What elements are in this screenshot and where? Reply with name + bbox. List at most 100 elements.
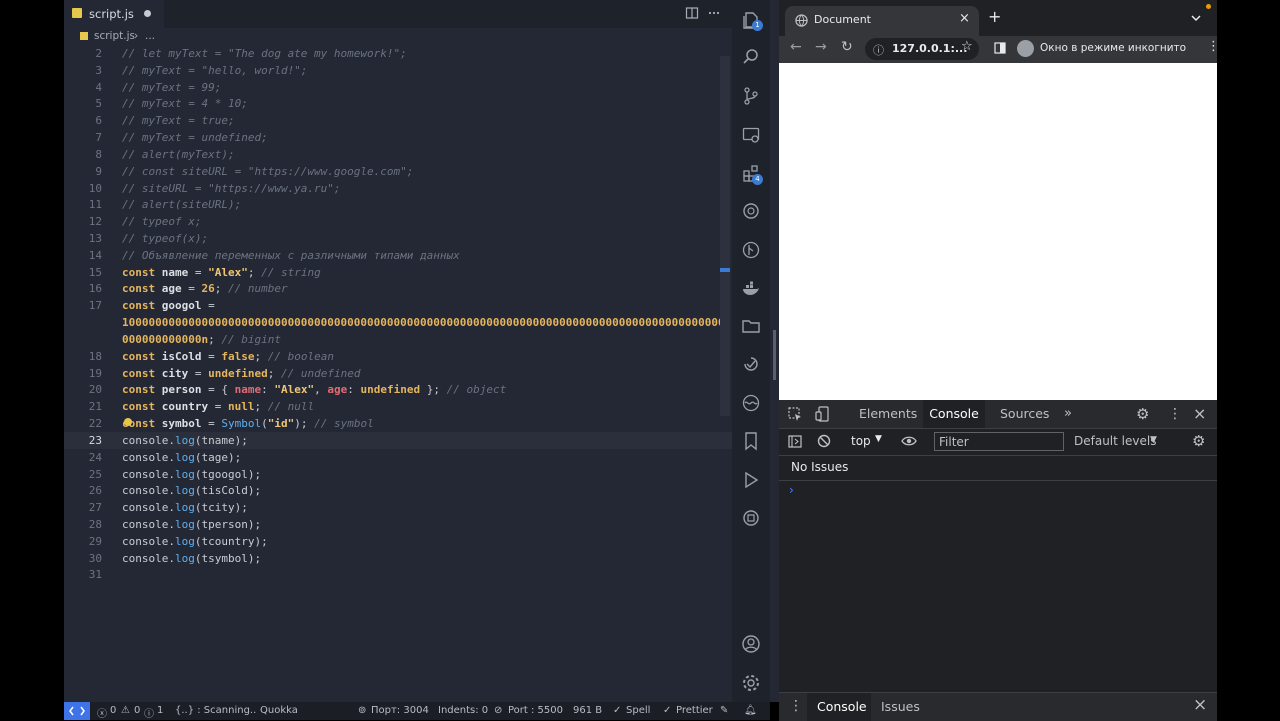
info-count[interactable]: 1 <box>157 705 163 716</box>
code-text[interactable]: 000000000000n; // bigint <box>122 331 281 348</box>
notifications-icon[interactable]: 🔔︎ <box>744 705 757 716</box>
code-line[interactable]: 22 const symbol = Symbol("id"); // symbol <box>64 415 732 432</box>
console-settings-icon[interactable]: ⚙ <box>1192 432 1205 450</box>
code-line[interactable]: 24 console.log(tage); <box>64 449 732 466</box>
editor-scrollbar[interactable] <box>720 56 730 416</box>
breadcrumb-symbol[interactable]: ... <box>145 30 155 42</box>
code-text[interactable]: console.log(tperson); <box>122 516 261 533</box>
console-filter-input[interactable]: Filter <box>934 432 1064 451</box>
code-text[interactable]: const name = "Alex"; // string <box>122 264 321 281</box>
code-line[interactable]: 000000000000n; // bigint <box>64 331 732 348</box>
code-line[interactable]: 17 const googol = <box>64 297 732 314</box>
code-line[interactable]: 19 const city = undefined; // undefined <box>64 365 732 382</box>
spell-status[interactable]: Spell <box>626 705 650 716</box>
new-tab-icon[interactable]: + <box>988 9 1001 25</box>
editor-tab-script-js[interactable]: script.js <box>64 0 164 28</box>
code-line[interactable]: 2 // let myText = "The dog ate my homewor… <box>64 45 732 62</box>
code-text[interactable]: // const siteURL = "https://www.google.c… <box>122 163 413 180</box>
code-line[interactable]: 30 console.log(tsymbol); <box>64 550 732 567</box>
code-line[interactable]: 9 // const siteURL = "https://www.google.… <box>64 163 732 180</box>
close-drawer-icon[interactable]: × <box>1193 695 1207 715</box>
code-text[interactable]: const googol = <box>122 297 215 314</box>
code-line[interactable]: 21 const country = null; // null <box>64 398 732 415</box>
source-control-icon[interactable] <box>741 86 761 106</box>
code-text[interactable]: // myText = undefined; <box>122 129 268 146</box>
code-text[interactable]: console.log(tsymbol); <box>122 550 261 567</box>
incognito-avatar-icon[interactable] <box>1017 40 1034 57</box>
code-line[interactable]: 16 const age = 26; // number <box>64 280 732 297</box>
log-levels-dropdown[interactable]: Default levels <box>1074 434 1156 448</box>
code-editor[interactable]: script.js script.js › ... 2 // let myText… <box>64 0 732 702</box>
context-selector[interactable]: top <box>851 434 871 448</box>
docker-icon[interactable] <box>741 279 761 299</box>
tab-search-chevron-icon[interactable] <box>1191 14 1201 22</box>
code-line[interactable]: 26 console.log(tisCold); <box>64 482 732 499</box>
info-icon[interactable]: ⓘ <box>144 705 154 720</box>
errors-count[interactable]: 0 <box>110 705 116 716</box>
git-graph-icon[interactable] <box>741 240 761 260</box>
warnings-icon[interactable]: ⚠ <box>121 705 130 716</box>
devtools-tab-console[interactable]: Console <box>923 400 985 428</box>
incognito-label[interactable]: Окно в режиме инкогнито <box>1040 42 1186 54</box>
code-line[interactable]: 3 // myText = "hello, world!"; <box>64 62 732 79</box>
bookmark-star-icon[interactable]: ☆ <box>961 39 973 54</box>
code-text[interactable]: const country = null; // null <box>122 398 314 415</box>
more-actions-icon[interactable] <box>707 6 721 20</box>
code-text[interactable]: // alert(myText); <box>122 146 235 163</box>
device-toolbar-icon[interactable] <box>815 406 829 422</box>
drawer-menu-icon[interactable]: ⋮ <box>789 698 803 714</box>
log-levels-chevron-icon[interactable]: ▼ <box>1150 435 1157 445</box>
drawer-tab-console[interactable]: Console <box>817 699 867 714</box>
warnings-count[interactable]: 0 <box>134 705 140 716</box>
page-viewport[interactable] <box>779 63 1217 400</box>
code-line[interactable]: 12 // typeof x; <box>64 213 732 230</box>
no-issues-label[interactable]: No Issues <box>791 460 848 474</box>
code-text[interactable]: const isCold = false; // boolean <box>122 348 334 365</box>
code-text[interactable]: // myText = 4 * 10; <box>122 95 248 112</box>
code-text[interactable]: 1000000000000000000000000000000000000000… <box>122 314 725 331</box>
site-info-icon[interactable]: ⓘ <box>873 42 884 58</box>
scanning-status[interactable]: {..} : Scanning.. <box>175 705 256 716</box>
devtools-menu-icon[interactable]: ⋮ <box>1168 400 1182 428</box>
url-text[interactable]: 127.0.0.1:... <box>892 42 967 55</box>
devtools-settings-icon[interactable]: ⚙ <box>1136 400 1149 428</box>
drawer-tab-issues[interactable]: Issues <box>881 699 920 714</box>
clear-console-icon[interactable] <box>817 434 831 448</box>
code-line[interactable]: 10 // siteURL = "https://www.ya.ru"; <box>64 180 732 197</box>
code-text[interactable]: // typeof x; <box>122 213 201 230</box>
account-icon[interactable] <box>741 634 761 654</box>
code-line[interactable]: 29 console.log(tcountry); <box>64 533 732 550</box>
code-line[interactable]: 15 const name = "Alex"; // string <box>64 264 732 281</box>
live-server-port[interactable]: Port : 5500 <box>508 705 563 716</box>
code-text[interactable]: const person = { name: "Alex", age: unde… <box>122 381 506 398</box>
code-line[interactable]: 25 console.log(tgoogol); <box>64 466 732 483</box>
spell-check-icon[interactable]: ✓ <box>613 705 621 716</box>
extension-pack-icon[interactable] <box>741 508 761 528</box>
code-text[interactable]: const symbol = Symbol("id"); // symbol <box>122 415 374 432</box>
errors-icon[interactable]: ⓧ <box>97 705 107 720</box>
code-line[interactable]: 6 // myText = true; <box>64 112 732 129</box>
divider-handle[interactable] <box>773 330 776 380</box>
devtools-tab-sources[interactable]: Sources <box>1000 400 1049 428</box>
close-devtools-icon[interactable]: × <box>1193 400 1206 428</box>
quokka-status[interactable]: Quokka <box>260 705 298 716</box>
code-line[interactable]: 4 // myText = 99; <box>64 79 732 96</box>
side-panel-icon[interactable] <box>994 42 1006 54</box>
code-line[interactable]: 28 console.log(tperson); <box>64 516 732 533</box>
unsaved-dot-icon[interactable] <box>144 10 151 17</box>
code-text[interactable]: // myText = 99; <box>122 79 221 96</box>
openai-icon[interactable] <box>741 201 761 221</box>
context-dropdown-icon[interactable]: ▼ <box>875 434 882 444</box>
code-line[interactable]: 1000000000000000000000000000000000000000… <box>64 314 732 331</box>
console-sidebar-icon[interactable] <box>788 435 802 448</box>
code-text[interactable]: console.log(tage); <box>122 449 241 466</box>
split-editor-icon[interactable] <box>685 6 699 20</box>
live-server-icon[interactable]: ⊘ <box>494 705 502 716</box>
code-text[interactable]: // let myText = "The dog ate my homework… <box>122 45 407 62</box>
code-text[interactable]: // alert(siteURL); <box>122 196 241 213</box>
code-line[interactable]: 18 const isCold = false; // boolean <box>64 348 732 365</box>
code-text[interactable]: // myText = "hello, world!"; <box>122 62 307 79</box>
broadcast-icon[interactable]: ⊚ <box>358 705 366 716</box>
code-text[interactable]: console.log(tcity); <box>122 499 248 516</box>
run-debug-icon[interactable] <box>741 470 761 490</box>
